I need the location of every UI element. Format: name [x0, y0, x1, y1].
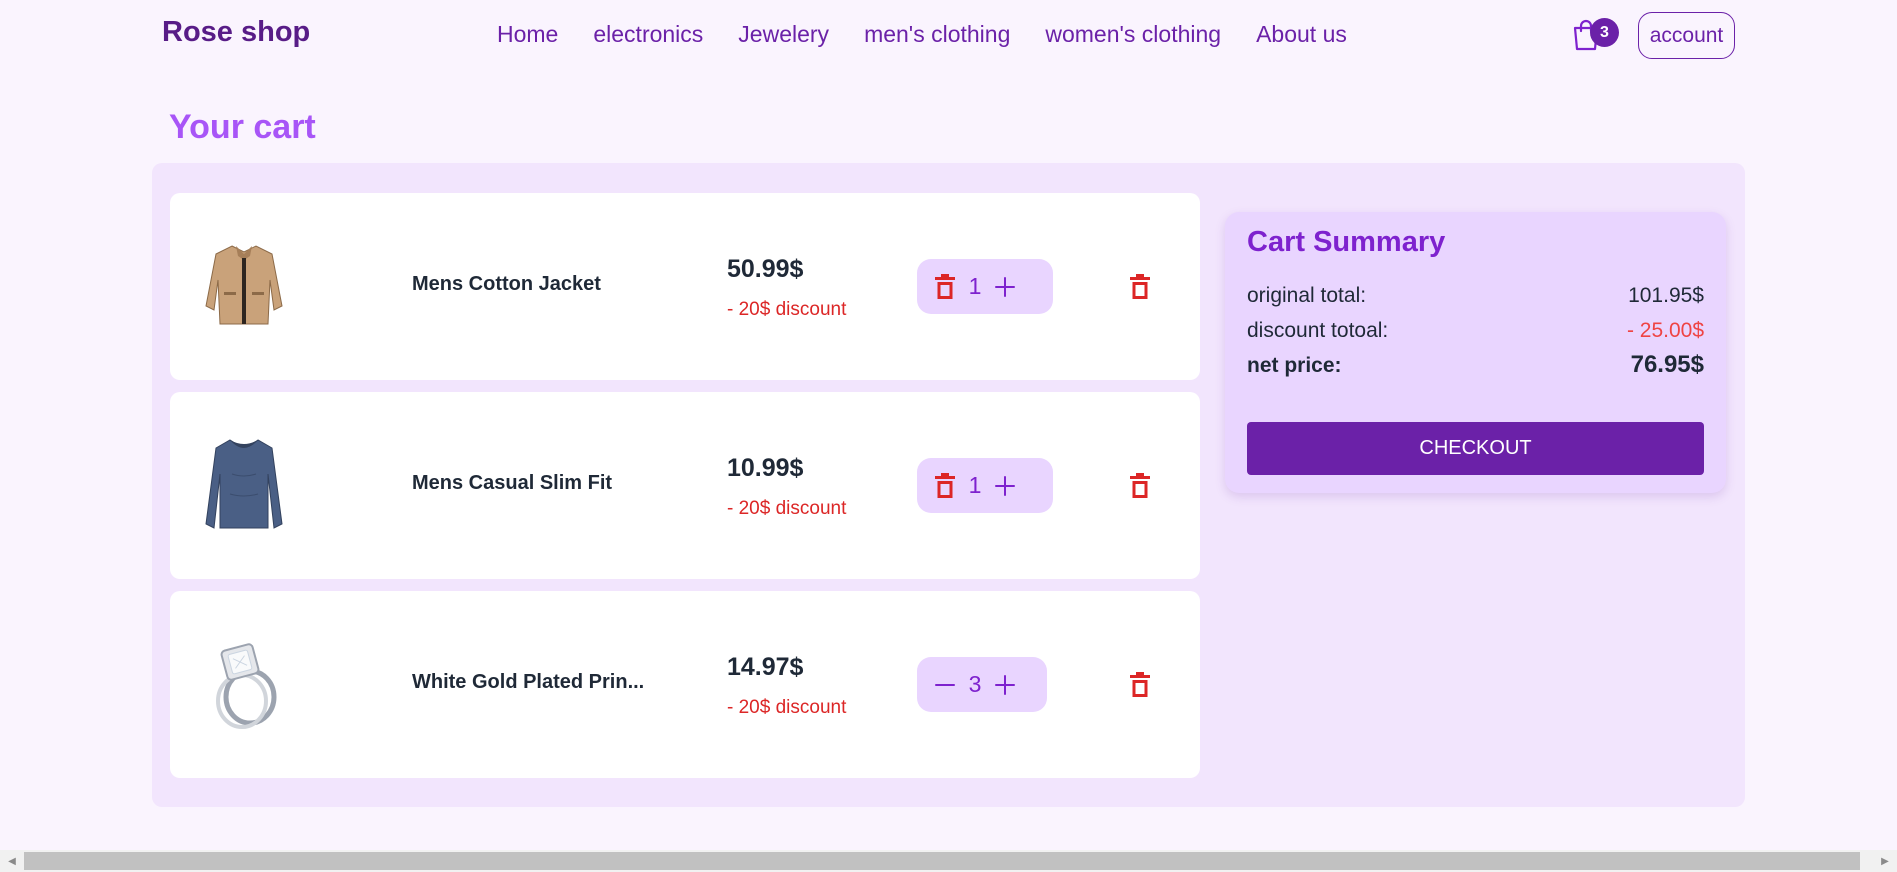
- page-title: Your cart: [169, 108, 316, 146]
- discount-total-label: discount totoal:: [1247, 319, 1389, 342]
- jacket-image[interactable]: [200, 235, 288, 335]
- cart-count-badge: 3: [1590, 18, 1619, 47]
- nav-link-electronics[interactable]: electronics: [593, 21, 703, 48]
- item-price: 10.99$: [727, 454, 804, 482]
- ring-image[interactable]: [200, 633, 288, 733]
- trash-icon: [1130, 473, 1150, 498]
- item-discount: - 20$ discount: [727, 299, 847, 320]
- brand-logo[interactable]: Rose shop: [162, 16, 310, 49]
- scrollbar-thumb[interactable]: [24, 852, 1860, 870]
- cart-container: Mens Cotton Jacket 50.99$ - 20$ discount…: [152, 163, 1745, 807]
- remove-item-button[interactable]: [1125, 669, 1155, 701]
- nav-link-jewelery[interactable]: Jewelery: [738, 21, 829, 48]
- scroll-right-icon[interactable]: ▶: [1875, 850, 1895, 872]
- scroll-left-icon[interactable]: ◀: [2, 850, 22, 872]
- net-price-value: 76.95$: [1630, 351, 1704, 378]
- summary-title: Cart Summary: [1247, 226, 1446, 258]
- item-discount: - 20$ discount: [727, 697, 847, 718]
- nav-links: Home electronics Jewelery men's clothing…: [497, 21, 1347, 48]
- quantity-stepper: 3: [917, 657, 1047, 712]
- cart-item: Mens Casual Slim Fit 10.99$ - 20$ discou…: [170, 392, 1200, 579]
- original-total-label: original total:: [1247, 284, 1367, 307]
- remove-item-button[interactable]: [1125, 470, 1155, 502]
- cart-item: Mens Cotton Jacket 50.99$ - 20$ discount…: [170, 193, 1200, 380]
- plus-icon[interactable]: [995, 475, 1015, 496]
- nav-link-about-us[interactable]: About us: [1256, 21, 1347, 48]
- item-name[interactable]: Mens Cotton Jacket: [412, 273, 601, 296]
- nav-link-womens-clothing[interactable]: women's clothing: [1045, 21, 1221, 48]
- item-name[interactable]: White Gold Plated Prin...: [412, 671, 644, 694]
- checkout-button[interactable]: CHECKOUT: [1247, 422, 1704, 475]
- net-price-label: net price:: [1247, 354, 1342, 377]
- item-discount: - 20$ discount: [727, 498, 847, 519]
- quantity-stepper: 1: [917, 458, 1053, 513]
- quantity-stepper: 1: [917, 259, 1053, 314]
- item-name[interactable]: Mens Casual Slim Fit: [412, 472, 612, 495]
- remove-item-button[interactable]: [1125, 271, 1155, 303]
- original-total-value: 101.95$: [1628, 284, 1704, 307]
- horizontal-scrollbar[interactable]: ◀ ▶: [0, 850, 1897, 872]
- quantity-value: 1: [968, 273, 982, 299]
- cart-button[interactable]: 3: [1566, 14, 1619, 54]
- nav-link-home[interactable]: Home: [497, 21, 558, 48]
- plus-icon[interactable]: [995, 674, 1015, 695]
- account-button[interactable]: account: [1638, 12, 1735, 59]
- minus-icon[interactable]: [935, 675, 955, 695]
- item-price: 50.99$: [727, 255, 804, 283]
- quantity-value: 3: [968, 671, 982, 697]
- trash-icon[interactable]: [935, 472, 955, 499]
- cart-summary: Cart Summary original total: 101.95$ dis…: [1225, 212, 1726, 493]
- navbar: Rose shop Home electronics Jewelery men'…: [0, 0, 1897, 72]
- nav-link-mens-clothing[interactable]: men's clothing: [864, 21, 1010, 48]
- discount-total-value: - 25.00$: [1626, 319, 1704, 342]
- trash-icon[interactable]: [935, 273, 955, 300]
- item-price: 14.97$: [727, 653, 804, 681]
- shirt-image[interactable]: [200, 434, 288, 534]
- plus-icon[interactable]: [995, 276, 1015, 297]
- trash-icon: [1130, 274, 1150, 299]
- quantity-value: 1: [968, 472, 982, 498]
- trash-icon: [1130, 672, 1150, 697]
- cart-item: White Gold Plated Prin... 14.97$ - 20$ d…: [170, 591, 1200, 778]
